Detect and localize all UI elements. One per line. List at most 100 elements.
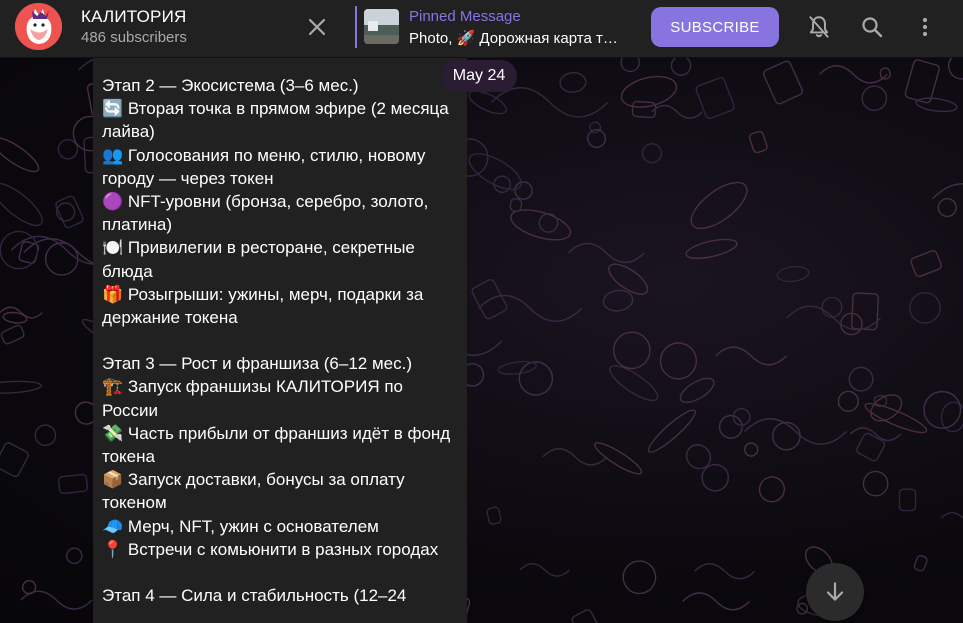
background-doodle — [631, 100, 657, 119]
background-doodle — [620, 75, 678, 108]
background-doodle — [612, 331, 651, 370]
background-doodle — [744, 442, 759, 457]
background-doodle — [514, 181, 533, 200]
background-doodle — [478, 294, 582, 322]
background-doodle — [542, 448, 608, 466]
message-text: Этап 2 — Экосистема (3–6 мес.) 🔄 Вторая т… — [102, 74, 458, 607]
background-doodle — [718, 414, 743, 439]
mute-button[interactable] — [804, 12, 834, 42]
background-doodle — [0, 324, 25, 345]
background-doodle — [65, 547, 83, 565]
background-doodle — [744, 418, 847, 445]
background-doodle — [772, 421, 801, 451]
search-icon — [862, 17, 883, 38]
background-doodle — [849, 427, 902, 442]
message-line: 🎁 Розыгрыши: ужины, мерч, подарки за дер… — [102, 284, 424, 328]
background-doodle — [904, 59, 940, 104]
background-doodle — [786, 305, 881, 331]
background-doodle — [910, 250, 942, 278]
background-doodle — [493, 175, 511, 194]
channel-avatar[interactable] — [15, 3, 62, 50]
background-doodle — [0, 380, 42, 394]
message-line: 🔄 Вторая точка в прямом эфире (2 месяца … — [102, 99, 449, 142]
message-line: 🟣 NFT-уровни (бронза, серебро, золото, п… — [102, 192, 429, 235]
background-doodle — [55, 195, 84, 229]
background-doodle — [862, 470, 889, 497]
pinned-message-preview: Photo, 🚀 Дорожная карта т… — [409, 30, 618, 47]
pinned-photo-thumbnail — [364, 9, 399, 44]
pinned-message-bar[interactable]: Pinned Message Photo, 🚀 Дорожная карта т… — [355, 6, 635, 48]
background-doodle — [861, 85, 888, 112]
background-doodle — [848, 366, 874, 392]
background-doodle — [948, 58, 963, 80]
subscriber-count: 486 subscribers — [81, 29, 187, 46]
background-doodle — [682, 592, 751, 611]
background-doodle — [821, 296, 843, 318]
background-doodle — [909, 291, 941, 324]
message-bubble[interactable]: Этап 2 — Экосистема (3–6 мес.) 🔄 Вторая т… — [93, 58, 467, 623]
background-doodle — [647, 409, 697, 453]
search-button[interactable] — [857, 12, 887, 42]
message-line: Этап 2 — Экосистема (3–6 мес.) — [102, 76, 359, 95]
background-doodle — [22, 579, 37, 595]
background-doodle — [594, 442, 643, 475]
background-doodle — [659, 342, 698, 380]
cat-logo-icon — [15, 3, 62, 50]
background-doodle — [758, 476, 786, 503]
close-icon — [308, 18, 326, 36]
background-doodle — [571, 609, 602, 623]
message-line: 📦 Запуск доставки, бонусы за оплату токе… — [102, 470, 405, 513]
background-doodle — [670, 58, 692, 76]
background-doodle — [0, 136, 40, 173]
background-doodle — [0, 230, 39, 270]
background-doodle — [567, 242, 645, 264]
background-doodle — [776, 265, 810, 283]
background-doodle — [509, 197, 523, 213]
background-doodle — [915, 97, 958, 113]
background-doodle — [940, 511, 963, 519]
background-doodle — [850, 292, 879, 331]
more-button[interactable] — [910, 12, 940, 42]
background-doodle — [510, 209, 572, 241]
channel-title[interactable]: КАЛИТОРИЯ — [81, 7, 186, 27]
background-doodle — [819, 65, 888, 84]
background-doodle — [685, 444, 712, 470]
background-doodle — [879, 67, 891, 80]
scroll-to-bottom-button[interactable] — [806, 563, 864, 621]
message-line: Этап 4 — Сила и стабильность (12–24 — [102, 586, 407, 606]
subscribe-button[interactable]: SUBSCRIBE — [651, 7, 779, 47]
background-doodle — [538, 213, 559, 233]
background-doodle — [620, 58, 641, 73]
background-doodle — [609, 365, 659, 402]
message-line: 🧢 Мерч, NFT, ужин с основателем — [102, 516, 379, 536]
message-line: 📍 Встречи с комьюнити в разных городах — [102, 539, 439, 559]
background-doodle — [57, 138, 79, 160]
background-doodle — [608, 263, 649, 295]
close-button[interactable] — [303, 13, 331, 41]
background-doodle — [0, 182, 43, 227]
message-line: 🏗️ Запуск франшизы КАЛИТОРИЯ по России — [102, 377, 403, 420]
background-doodle — [0, 306, 43, 319]
background-doodle — [0, 442, 29, 478]
message-line: 💸 Часть прибыли от франшиз идёт в фонд т… — [102, 423, 451, 467]
background-doodle — [690, 181, 748, 230]
chat-header: КАЛИТОРИЯ 486 subscribers Pinned Message… — [0, 0, 963, 58]
background-doodle — [837, 390, 859, 412]
background-doodle — [622, 560, 657, 595]
background-doodle — [58, 473, 89, 495]
bell-muted-icon — [809, 16, 829, 38]
background-doodle — [559, 71, 587, 93]
background-doodle — [641, 143, 662, 164]
background-doodle — [685, 238, 738, 259]
message-line: 🍽️ Привилегии в ресторане, секретные блю… — [102, 238, 415, 281]
background-doodle — [651, 104, 703, 119]
arrow-down-icon — [826, 582, 844, 601]
background-doodle — [602, 289, 634, 312]
background-doodle — [34, 424, 57, 447]
background-doodle — [701, 463, 730, 492]
background-doodle — [497, 360, 537, 375]
background-doodle — [519, 563, 571, 577]
pinned-message-label: Pinned Message — [409, 8, 521, 25]
